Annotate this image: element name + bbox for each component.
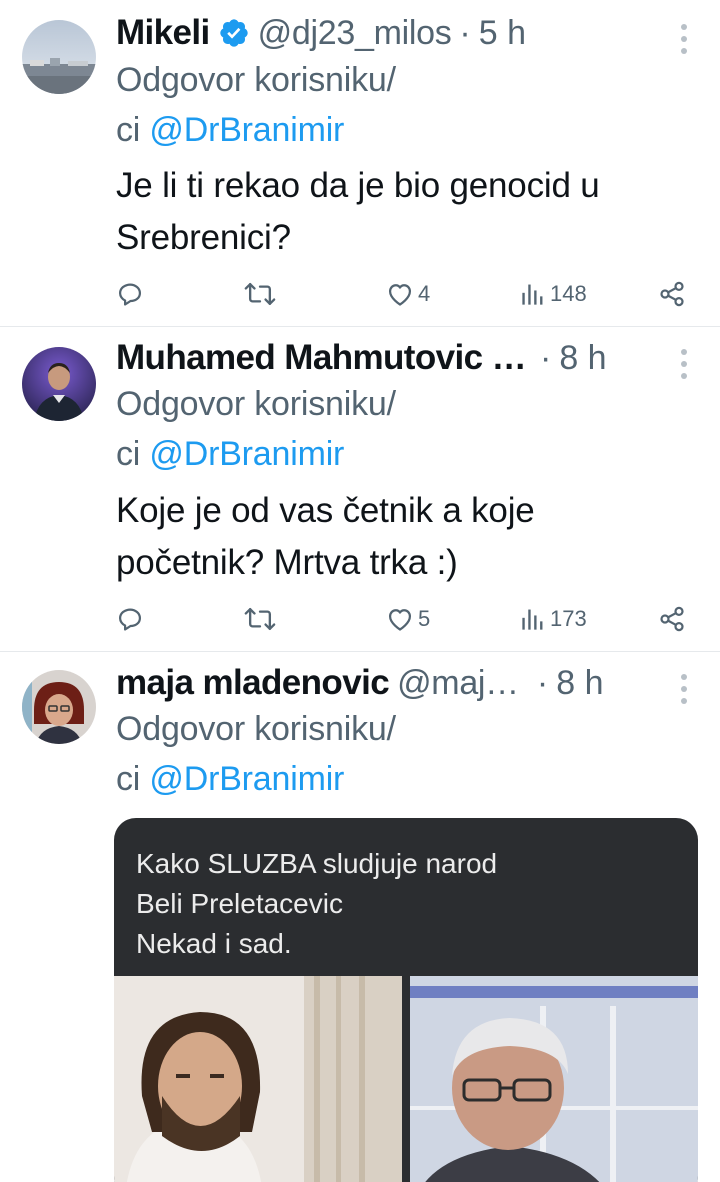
author-handle[interactable]: @dj23_milos xyxy=(258,14,452,53)
tweet-text-line: početnik? Mrtva trka :) xyxy=(116,543,458,582)
tweet-1[interactable]: Mikeli @dj23_milos · 5 h Odgovor korisni… xyxy=(0,0,720,326)
views-count: 173 xyxy=(550,606,587,631)
views-count: 148 xyxy=(550,281,587,306)
reply-context-line-2: ci @DrBranimir xyxy=(116,754,344,805)
avatar[interactable] xyxy=(22,20,96,94)
separator-dot: · xyxy=(539,338,552,377)
share-button[interactable] xyxy=(658,274,686,314)
tweet-text: Je li ti rekao da je bio genocid u Srebr… xyxy=(116,160,600,264)
media-caption: Kako SLUZBA sludjuje narod Beli Preletac… xyxy=(136,844,497,964)
tweet-text-line: Je li ti rekao da je bio genocid u xyxy=(116,166,600,205)
more-icon[interactable] xyxy=(674,674,694,704)
like-count: 4 xyxy=(418,281,431,306)
tweet-header: Muhamed Mahmutovic … · 8 h xyxy=(116,335,696,381)
tweet-text-line: Srebrenici? xyxy=(116,218,291,257)
reply-mention-link[interactable]: @DrBranimir xyxy=(149,760,344,798)
avatar[interactable] xyxy=(22,670,96,744)
reply-prefix: Odgovor korisniku/ xyxy=(116,710,396,748)
reply-prefix-cont: ci xyxy=(116,760,150,798)
action-bar: 4 148 xyxy=(116,274,688,314)
tweet-text: Koje je od vas četnik a koje početnik? M… xyxy=(116,485,535,589)
reply-prefix-cont: ci xyxy=(116,435,150,473)
more-icon[interactable] xyxy=(674,24,694,54)
timestamp[interactable]: 8 h xyxy=(559,339,606,378)
verified-badge-icon xyxy=(218,17,250,49)
author-name[interactable]: Mikeli xyxy=(116,13,210,53)
timestamp[interactable]: 5 h xyxy=(479,14,526,53)
action-bar: 5 173 xyxy=(116,599,688,639)
views-icon xyxy=(522,609,543,630)
heart-icon xyxy=(388,609,412,631)
views-icon xyxy=(522,284,543,305)
separator-dot: · xyxy=(459,13,471,52)
reply-prefix: Odgovor korisniku/ xyxy=(116,61,396,99)
avatar[interactable] xyxy=(22,347,96,421)
tweet-header: Mikeli @dj23_milos · 5 h xyxy=(116,10,696,56)
reply-button[interactable] xyxy=(116,599,144,639)
share-icon xyxy=(660,281,684,307)
author-handle[interactable]: @maj… xyxy=(397,664,519,703)
reply-mention-link[interactable]: @DrBranimir xyxy=(149,435,344,473)
separator-dot: · xyxy=(536,663,549,702)
views-button[interactable]: 173 xyxy=(520,599,587,639)
share-button[interactable] xyxy=(658,599,686,639)
tweet-media-image[interactable]: Kako SLUZBA sludjuje narod Beli Preletac… xyxy=(114,818,698,1182)
avatar-image-icon xyxy=(22,670,96,744)
media-photo-left xyxy=(114,976,402,1182)
heart-icon xyxy=(388,284,412,306)
reply-icon xyxy=(118,283,142,306)
reply-context-line-2: ci @DrBranimir xyxy=(116,105,344,156)
author-name[interactable]: maja mladenovic xyxy=(116,663,390,703)
reply-context-line-1: Odgovor korisniku/ xyxy=(116,379,396,430)
reply-context-line-1: Odgovor korisniku/ xyxy=(116,55,396,106)
retweet-icon xyxy=(244,282,276,306)
retweet-button[interactable] xyxy=(244,274,276,314)
photo-man-long-hair-icon xyxy=(114,976,402,1182)
reply-mention-link[interactable]: @DrBranimir xyxy=(149,111,344,149)
avatar-image-icon xyxy=(22,20,96,94)
tweet-header: maja mladenovic @maj… · 8 h xyxy=(116,660,696,706)
media-caption-line: Beli Preletacevic xyxy=(136,888,343,919)
views-button[interactable]: 148 xyxy=(520,274,587,314)
tweet-text-line: Koje je od vas četnik a koje xyxy=(116,491,535,530)
reply-button[interactable] xyxy=(116,274,144,314)
retweet-button[interactable] xyxy=(244,599,276,639)
media-caption-line: Nekad i sad. xyxy=(136,928,292,959)
reply-prefix-cont: ci xyxy=(116,111,150,149)
like-button[interactable]: 4 xyxy=(386,274,430,314)
like-button[interactable]: 5 xyxy=(386,599,430,639)
reply-context-line-2: ci @DrBranimir xyxy=(116,429,344,480)
reply-icon xyxy=(118,608,142,631)
share-icon xyxy=(660,606,684,632)
tweet-2[interactable]: Muhamed Mahmutovic … · 8 h Odgovor koris… xyxy=(0,327,720,651)
author-name[interactable]: Muhamed Mahmutovic … xyxy=(116,338,527,378)
reply-prefix: Odgovor korisniku/ xyxy=(116,385,396,423)
photo-older-man-glasses-icon xyxy=(410,976,698,1182)
avatar-image-icon xyxy=(22,347,96,421)
retweet-icon xyxy=(244,607,276,631)
reply-context-line-1: Odgovor korisniku/ xyxy=(116,704,396,755)
media-photo-right xyxy=(410,976,698,1182)
like-count: 5 xyxy=(418,606,431,631)
timestamp[interactable]: 8 h xyxy=(556,664,603,703)
more-icon[interactable] xyxy=(674,349,694,379)
media-caption-line: Kako SLUZBA sludjuje narod xyxy=(136,848,498,879)
